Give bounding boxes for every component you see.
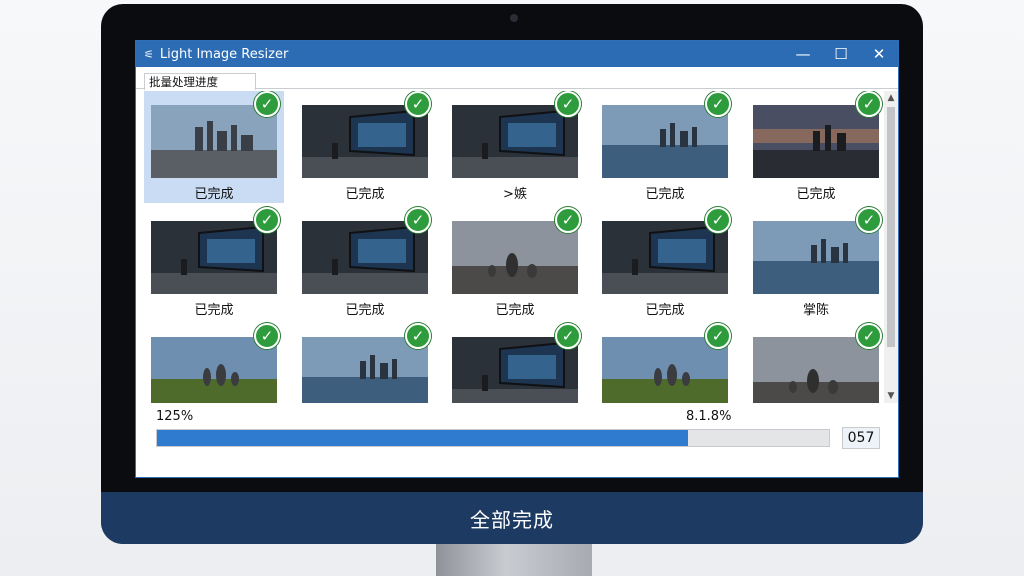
image-tile[interactable]: 已完成 ✓ (295, 91, 435, 203)
image-thumbnail (151, 337, 277, 403)
image-thumbnail (302, 221, 428, 294)
image-tile[interactable]: 已完成 ✓ (144, 91, 284, 203)
checkmark-icon: ✓ (856, 207, 882, 233)
image-thumbnail (452, 105, 578, 178)
monitor: ⚟ Light Image Resizer — ☐ ✕ 批量处理进度 已完成 ✓ 已… (101, 4, 923, 544)
image-thumbnail (302, 337, 428, 403)
checkmark-icon: ✓ (405, 91, 431, 117)
tile-status-label: 已完成 (345, 303, 385, 318)
title-bar[interactable]: ⚟ Light Image Resizer — ☐ ✕ (136, 41, 898, 67)
checkmark-icon: ✓ (254, 323, 280, 349)
image-tile[interactable]: 已完成 ✓ (746, 91, 884, 203)
close-button[interactable]: ✕ (860, 41, 898, 67)
checkmark-icon: ✓ (555, 91, 581, 117)
checkmark-icon: ✓ (705, 323, 731, 349)
processed-count: 057 (842, 427, 880, 449)
image-tile[interactable]: 已完成 ✓ (295, 207, 435, 319)
tile-status-label: >嫉 (503, 187, 527, 202)
webcam (510, 14, 518, 22)
image-tile[interactable]: ✓ (144, 323, 284, 403)
progress-bar-fill (157, 430, 688, 446)
image-tile[interactable]: 已完成 ✓ (595, 91, 735, 203)
thumbnail-grid: 已完成 ✓ 已完成 ✓ >嫉 ✓ 已完成 ✓ 已完成 ✓ 已完成 ✓ 已完成 ✓ 已完成 ✓ 已完成 ✓ 掌陈 ✓ ✓ ✓… (136, 91, 884, 403)
tab-strip: 批量处理进度 (136, 67, 898, 90)
checkmark-icon: ✓ (705, 207, 731, 233)
tile-status-label: 已完成 (645, 187, 685, 202)
image-tile[interactable]: ✓ (746, 323, 884, 403)
checkmark-icon: ✓ (856, 91, 882, 117)
image-tile[interactable]: ✓ (595, 323, 735, 403)
window-title: Light Image Resizer (159, 46, 289, 62)
checkmark-icon: ✓ (705, 91, 731, 117)
image-tile[interactable]: >嫉 ✓ (445, 91, 585, 203)
app-window: ⚟ Light Image Resizer — ☐ ✕ 批量处理进度 已完成 ✓ 已… (135, 40, 899, 478)
image-thumbnail (753, 221, 879, 294)
progress-left-text: 125% (156, 409, 194, 424)
image-tile[interactable]: ✓ (445, 323, 585, 403)
image-thumbnail (151, 105, 277, 178)
scene: ⚟ Light Image Resizer — ☐ ✕ 批量处理进度 已完成 ✓ 已… (0, 0, 1024, 576)
image-thumbnail (452, 337, 578, 403)
scroll-down-icon[interactable]: ▼ (884, 389, 898, 403)
checkmark-icon: ✓ (254, 91, 280, 117)
tile-status-label: 已完成 (194, 303, 234, 318)
progress-section: 125% 8.1.8% 057 (156, 409, 896, 469)
image-tile[interactable]: 已完成 ✓ (595, 207, 735, 319)
status-banner: 全部完成 (101, 492, 923, 544)
image-tile[interactable]: 已完成 ✓ (445, 207, 585, 319)
window-controls: — ☐ ✕ (784, 41, 898, 67)
image-thumbnail (302, 105, 428, 178)
progress-bar (156, 429, 830, 447)
tile-status-label: 已完成 (194, 187, 234, 202)
image-thumbnail (602, 221, 728, 294)
image-thumbnail (151, 221, 277, 294)
checkmark-icon: ✓ (856, 323, 882, 349)
image-thumbnail (753, 105, 879, 178)
tile-status-label: 掌陈 (802, 303, 829, 318)
minimize-button[interactable]: — (784, 41, 822, 67)
vertical-scrollbar[interactable]: ▲ ▼ (884, 91, 898, 403)
checkmark-icon: ✓ (405, 207, 431, 233)
scrollbar-thumb[interactable] (887, 107, 895, 347)
checkmark-icon: ✓ (555, 323, 581, 349)
scroll-up-icon[interactable]: ▲ (884, 91, 898, 105)
tile-status-label: 已完成 (796, 187, 836, 202)
image-tile[interactable]: 已完成 ✓ (144, 207, 284, 319)
tile-status-label: 已完成 (645, 303, 685, 318)
image-thumbnail (452, 221, 578, 294)
progress-right-text: 8.1.8% (686, 409, 732, 424)
app-icon: ⚟ (144, 47, 154, 61)
tile-status-label: 已完成 (495, 303, 535, 318)
checkmark-icon: ✓ (254, 207, 280, 233)
image-thumbnail (753, 337, 879, 403)
image-thumbnail (602, 105, 728, 178)
image-tile[interactable]: 掌陈 ✓ (746, 207, 884, 319)
image-tile[interactable]: ✓ (295, 323, 435, 403)
tab-batch-progress[interactable]: 批量处理进度 (144, 73, 256, 90)
image-thumbnail (602, 337, 728, 403)
maximize-button[interactable]: ☐ (822, 41, 860, 67)
tile-status-label: 已完成 (345, 187, 385, 202)
checkmark-icon: ✓ (555, 207, 581, 233)
checkmark-icon: ✓ (405, 323, 431, 349)
